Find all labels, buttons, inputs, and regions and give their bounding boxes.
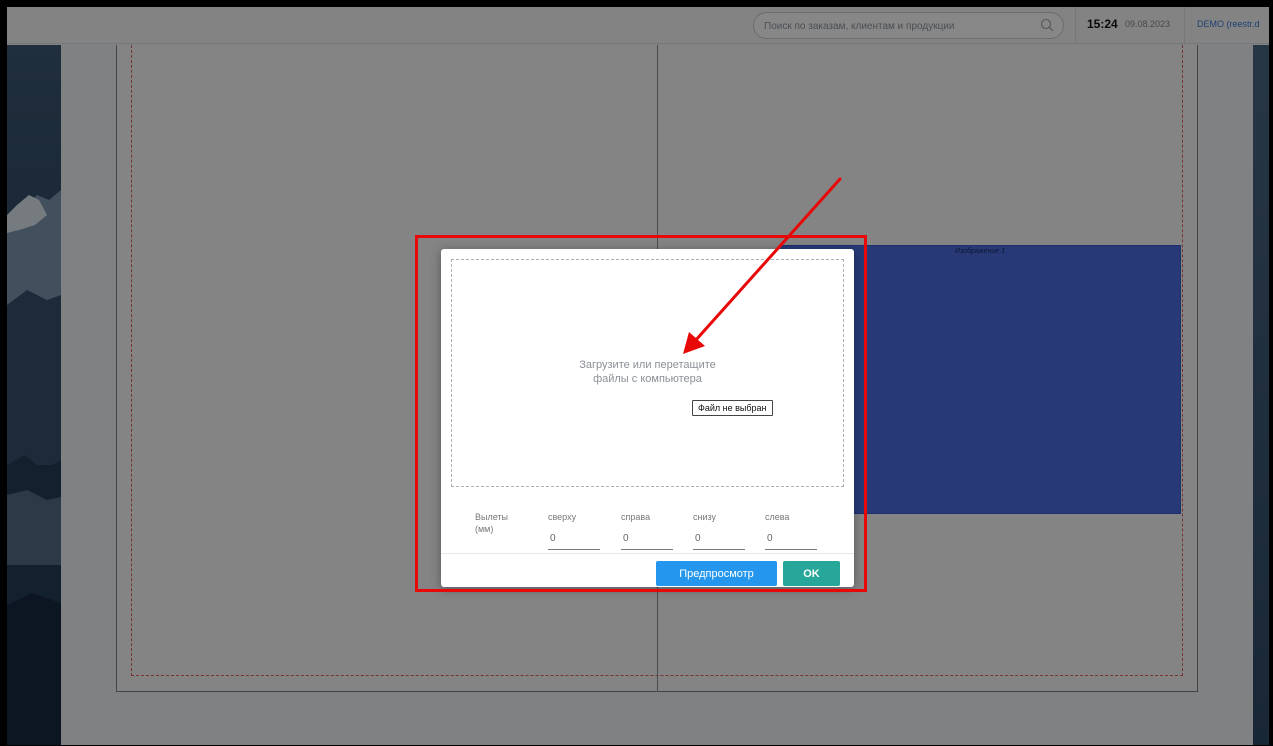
annotation-highlight-box: [415, 235, 867, 592]
app-window: 15:24 09.08.2023 DEMO (reestr.d Изображе…: [7, 7, 1269, 745]
